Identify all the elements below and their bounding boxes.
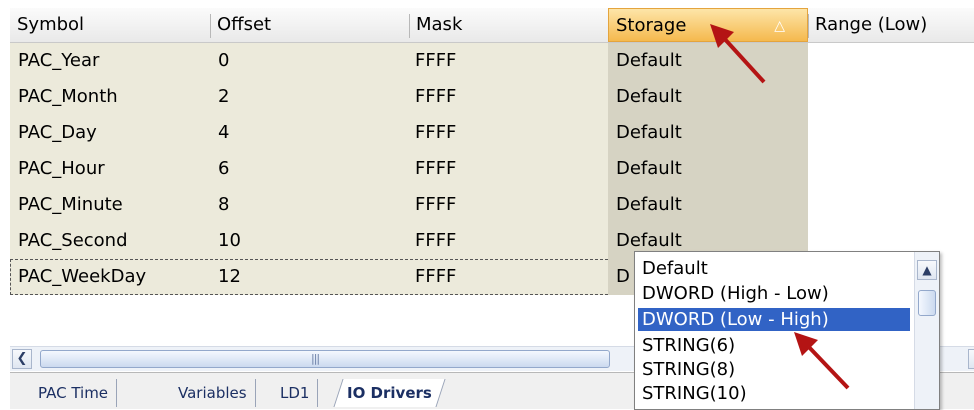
mask-cell[interactable]: FFFF (415, 259, 456, 295)
dropdown-option[interactable]: Default (638, 257, 910, 280)
symbol-cell[interactable]: PAC_Hour (18, 151, 105, 187)
chevron-up-icon[interactable]: ▲ (917, 260, 937, 280)
storage-cell[interactable]: Default (616, 43, 682, 79)
scrollbar-thumb[interactable] (918, 290, 936, 316)
storage-cell[interactable]: D (616, 259, 630, 295)
column-header-label: Storage (616, 15, 687, 36)
dropdown-option-selected[interactable]: DWORD (Low - High) (638, 308, 910, 331)
table-row[interactable]: PAC_Day 4 FFFF Default (10, 115, 974, 151)
mask-cell[interactable]: FFFF (415, 115, 456, 151)
offset-cell[interactable]: 2 (218, 79, 229, 115)
symbol-cell[interactable]: PAC_Month (18, 79, 118, 115)
offset-cell[interactable]: 12 (218, 259, 241, 295)
table-row[interactable]: PAC_Month 2 FFFF Default (10, 79, 974, 115)
column-header-range-low[interactable]: Range (Low) (808, 8, 974, 42)
offset-cell[interactable]: 4 (218, 115, 229, 151)
symbol-cell[interactable]: PAC_WeekDay (18, 259, 146, 295)
dropdown-scrollbar[interactable]: ▲ (914, 252, 939, 409)
table-row[interactable]: PAC_Hour 6 FFFF Default (10, 151, 974, 187)
column-header-label: Offset (217, 14, 272, 35)
mask-cell[interactable]: FFFF (415, 187, 456, 223)
tab-pac-time[interactable]: PAC Time (30, 379, 118, 407)
tab-ld1[interactable]: LD1 (272, 379, 319, 407)
column-header-symbol[interactable]: Symbol (10, 8, 210, 42)
column-header-offset[interactable]: Offset (210, 8, 409, 42)
column-header-label: Symbol (17, 14, 85, 35)
scrollbar-thumb[interactable]: ||| (40, 350, 610, 368)
offset-cell[interactable]: 6 (218, 151, 229, 187)
mask-cell[interactable]: FFFF (415, 151, 456, 187)
io-driver-grid-window: Symbol Offset Mask Storage △ Range (Low)… (0, 0, 974, 410)
sort-ascending-icon: △ (774, 18, 785, 34)
symbol-cell[interactable]: PAC_Day (18, 115, 97, 151)
tab-label: LD1 (280, 384, 310, 402)
grid-header: Symbol Offset Mask Storage △ Range (Low) (10, 8, 974, 43)
mask-cell[interactable]: FFFF (415, 43, 456, 79)
dropdown-option[interactable]: DWORD (High - Low) (638, 282, 910, 305)
table-row[interactable]: PAC_Year 0 FFFF Default (10, 43, 974, 79)
symbol-cell[interactable]: PAC_Second (18, 223, 128, 259)
table-row[interactable]: PAC_Minute 8 FFFF Default (10, 187, 974, 223)
mask-cell[interactable]: FFFF (415, 223, 456, 259)
dropdown-option[interactable]: STRING(6) (638, 334, 910, 357)
tab-variables[interactable]: Variables (170, 379, 256, 407)
tab-label: Variables (178, 384, 247, 402)
storage-cell[interactable]: Default (616, 115, 682, 151)
symbol-cell[interactable]: PAC_Minute (18, 187, 123, 223)
storage-cell[interactable]: Default (616, 79, 682, 115)
storage-dropdown-list[interactable]: Default DWORD (High - Low) DWORD (Low - … (634, 251, 940, 410)
storage-cell[interactable]: Default (616, 151, 682, 187)
offset-cell[interactable]: 0 (218, 43, 229, 79)
column-header-mask[interactable]: Mask (409, 8, 608, 42)
grip-icon: ||| (311, 352, 320, 365)
offset-cell[interactable]: 10 (218, 223, 241, 259)
tab-label: PAC Time (38, 384, 109, 402)
column-header-label: Range (Low) (815, 14, 928, 35)
chevron-right-icon[interactable]: ❯ (968, 349, 974, 369)
storage-cell[interactable]: Default (616, 187, 682, 223)
symbol-cell[interactable]: PAC_Year (18, 43, 99, 79)
dropdown-option[interactable]: STRING(10) (638, 382, 910, 405)
tab-io-drivers[interactable]: IO Drivers (333, 379, 446, 407)
chevron-left-icon[interactable]: ❮ (12, 349, 32, 369)
offset-cell[interactable]: 8 (218, 187, 229, 223)
dropdown-option[interactable]: STRING(8) (638, 358, 910, 381)
column-header-label: Mask (416, 14, 463, 35)
tab-label: IO Drivers (347, 384, 432, 402)
mask-cell[interactable]: FFFF (415, 79, 456, 115)
column-header-storage[interactable]: Storage △ (608, 8, 808, 42)
